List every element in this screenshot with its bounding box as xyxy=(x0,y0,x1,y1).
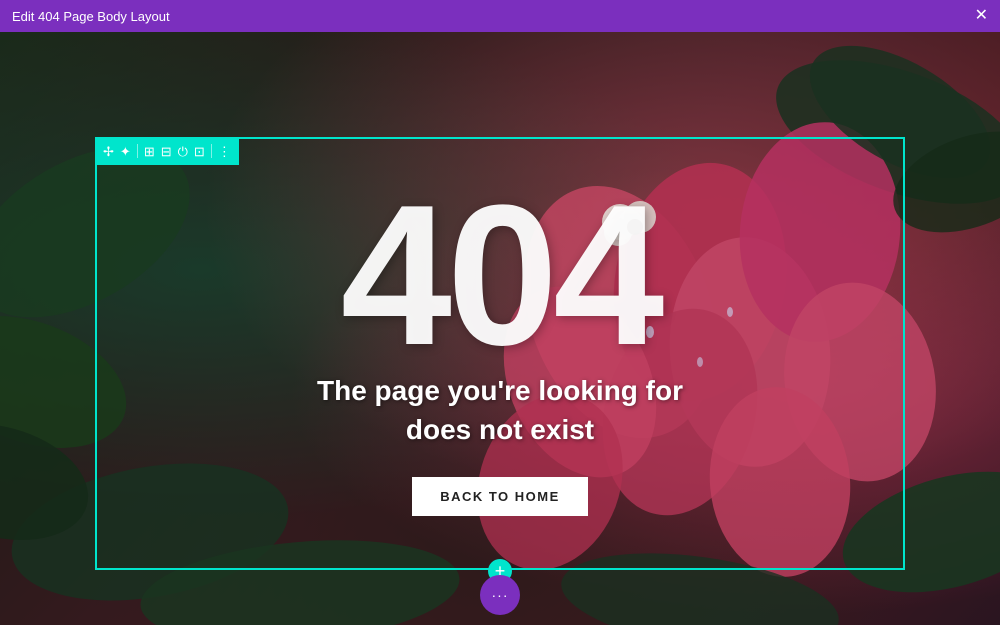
more-icon[interactable]: ⋮ xyxy=(218,145,231,158)
canvas-area: ✢ ✦ ⊞ ⊟ ⏻ ⊡ ⋮ 404 The page you're lookin… xyxy=(0,32,1000,625)
title-bar: Edit 404 Page Body Layout ✕ xyxy=(0,0,1000,32)
block-toolbar: ✢ ✦ ⊞ ⊟ ⏻ ⊡ ⋮ xyxy=(95,137,239,165)
move-icon[interactable]: ✢ xyxy=(103,145,114,158)
power-icon[interactable]: ⏻ xyxy=(178,145,188,158)
settings-icon[interactable]: ✦ xyxy=(120,145,131,158)
back-to-home-button[interactable]: BACK TO HOME xyxy=(412,477,588,516)
toolbar-divider-2 xyxy=(211,144,212,158)
layout-icon[interactable]: ⊞ xyxy=(144,145,155,158)
error-number: 404 xyxy=(341,191,660,361)
title-bar-title: Edit 404 Page Body Layout xyxy=(12,9,170,24)
columns-icon[interactable]: ⊟ xyxy=(161,145,172,158)
more-options-button[interactable]: ··· xyxy=(480,575,520,615)
toolbar-divider-1 xyxy=(137,144,138,158)
delete-icon[interactable]: ⊡ xyxy=(194,145,205,158)
close-button[interactable]: ✕ xyxy=(975,8,988,24)
content-block: 404 The page you're looking fordoes not … xyxy=(95,137,905,570)
